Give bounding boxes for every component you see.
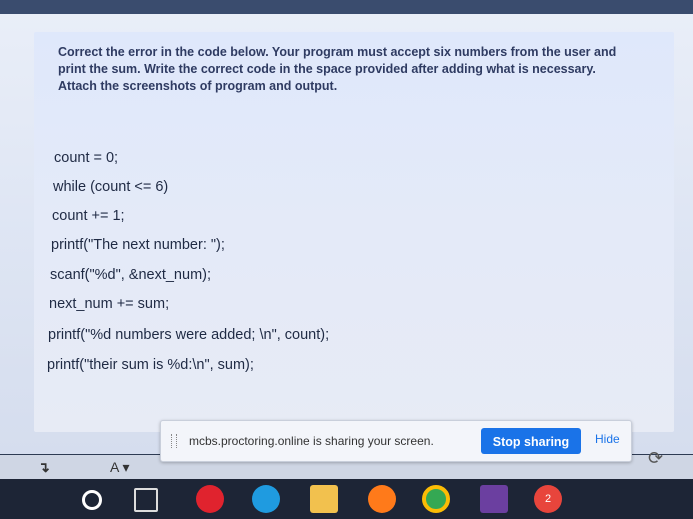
browser-viewport: Correct the error in the code below. You…: [0, 14, 693, 454]
link-icon: ⟳: [648, 448, 664, 468]
font-color-label: A: [110, 459, 119, 475]
chrome-icon[interactable]: [422, 485, 450, 513]
code-line: printf("their sum is %d:\n", sum);: [47, 357, 254, 373]
code-line: scanf("%d", &next_num);: [50, 267, 212, 283]
instruction-line: Correct the error in the code below. You…: [58, 45, 617, 59]
edge-icon[interactable]: [252, 485, 280, 513]
undo-icon[interactable]: ↴: [38, 459, 50, 476]
code-line: while (count <= 6): [53, 179, 169, 195]
code-line: printf("%d numbers were added; \n", coun…: [48, 327, 330, 343]
screen-share-bar: mcbs.proctoring.online is sharing your s…: [160, 420, 632, 462]
opera-icon[interactable]: [196, 485, 224, 513]
font-color-button[interactable]: A ▾: [110, 459, 130, 476]
instruction-line: print the sum. Write the correct code in…: [58, 62, 596, 76]
visual-studio-icon[interactable]: [480, 485, 508, 513]
taskbar: 2: [0, 479, 693, 519]
app-badge-icon[interactable]: 2: [534, 485, 562, 513]
instruction-line: Attach the screenshots of program and ou…: [58, 79, 338, 93]
question-instructions: Correct the error in the code below. You…: [58, 44, 658, 95]
start-icon[interactable]: [82, 490, 102, 510]
file-explorer-icon[interactable]: [310, 485, 338, 513]
code-line: count = 0;: [54, 150, 119, 166]
share-message: mcbs.proctoring.online is sharing your s…: [189, 434, 434, 448]
task-view-icon[interactable]: [134, 488, 158, 512]
drag-handle-icon[interactable]: [171, 434, 177, 448]
code-line: next_num += sum;: [49, 296, 170, 312]
question-panel: Correct the error in the code below. You…: [34, 32, 674, 432]
hide-link[interactable]: Hide: [595, 432, 620, 446]
code-line: printf("The next number: ");: [51, 237, 225, 253]
firefox-icon[interactable]: [368, 485, 396, 513]
stop-sharing-button[interactable]: Stop sharing: [481, 428, 581, 454]
code-line: count += 1;: [52, 208, 125, 224]
